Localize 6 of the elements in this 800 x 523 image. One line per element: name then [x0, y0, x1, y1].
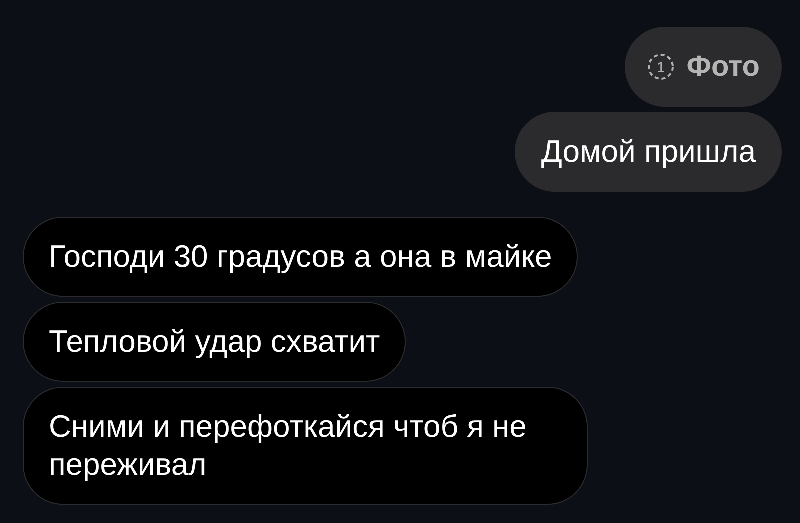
message-bubble: Господи 30 градусов а она в майке [23, 217, 578, 297]
view-once-icon: 1 [646, 53, 675, 81]
message-bubble: Тепловой удар схватит [23, 302, 406, 382]
message-bubble: Домой пришла [515, 112, 782, 192]
message-bubble: Сними и перефоткайся чтоб я не переживал [23, 387, 588, 505]
photo-label: Фото [686, 50, 760, 85]
